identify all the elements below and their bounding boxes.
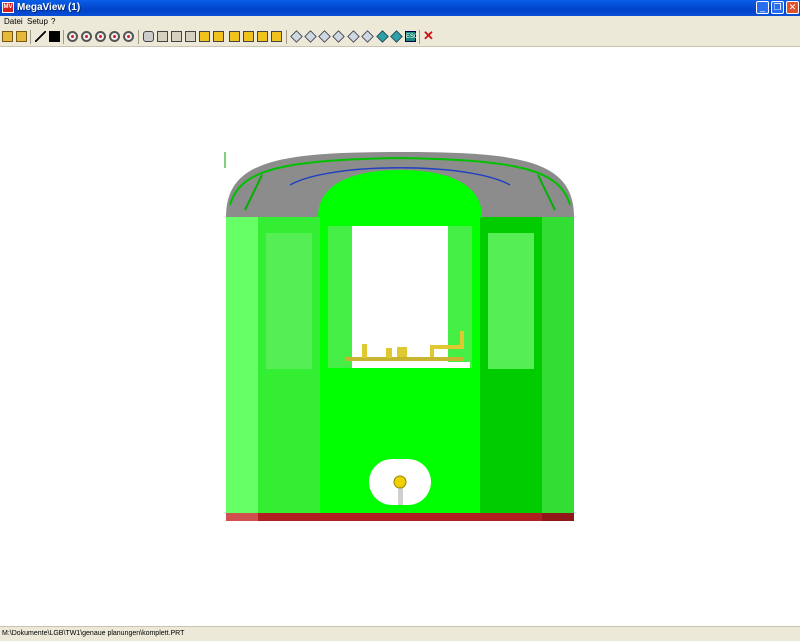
3d-viewport[interactable] <box>0 47 800 626</box>
view-left-icon[interactable] <box>185 31 196 42</box>
menu-bar: Datei Setup ? <box>0 16 800 28</box>
app-logo-icon: MV <box>2 2 14 13</box>
maximize-button[interactable]: ❐ <box>771 1 784 14</box>
status-bar: M:\Dokumente\LGB\TW1\genaue planungen\ko… <box>0 626 800 641</box>
dashboard-part <box>397 347 407 357</box>
invert-icon[interactable] <box>49 31 60 42</box>
window-sill <box>352 362 470 368</box>
cylinder-icon[interactable] <box>143 31 154 42</box>
status-file-path: M:\Dokumente\LGB\TW1\genaue planungen\ko… <box>2 630 185 637</box>
zoom-window-icon[interactable] <box>95 31 106 42</box>
wireframe-icon[interactable] <box>35 31 46 42</box>
zoom-in-icon[interactable] <box>67 31 78 42</box>
menu-datei[interactable]: Datei <box>4 17 23 27</box>
headlight <box>393 475 407 489</box>
cancel-icon[interactable]: ✕ <box>423 29 434 42</box>
right-window <box>488 233 534 369</box>
minimize-icon: _ <box>759 2 765 12</box>
title-bar[interactable]: MV MegaView (1) _ ❐ ✕ <box>0 0 800 16</box>
cube-8-icon[interactable] <box>390 30 403 43</box>
body-left-edge <box>226 217 258 515</box>
toolbar-separator <box>63 30 64 44</box>
window-title: MegaView (1) <box>17 2 81 13</box>
view-back-icon[interactable] <box>171 31 182 42</box>
bumper-skirt <box>226 513 574 521</box>
coupler-post <box>398 486 403 505</box>
iso-3-icon[interactable] <box>271 31 282 42</box>
zoom-previous-icon[interactable] <box>109 31 120 42</box>
dashboard-part <box>386 348 392 358</box>
menu-setup[interactable]: Setup <box>27 17 48 27</box>
open-folder-icon[interactable] <box>2 31 13 42</box>
left-window <box>266 233 312 369</box>
iso-2-icon[interactable] <box>257 31 268 42</box>
view-top-icon[interactable] <box>213 31 224 42</box>
door-frame-left <box>328 226 352 368</box>
iso-1-icon[interactable] <box>243 31 254 42</box>
view-bottom-icon[interactable] <box>229 31 240 42</box>
toolbar-separator <box>419 30 420 44</box>
toolbar: ESC ✕ <box>0 28 800 47</box>
cube-2-icon[interactable] <box>304 30 317 43</box>
cube-5-icon[interactable] <box>347 30 360 43</box>
cube-6-icon[interactable] <box>361 30 374 43</box>
view-front-icon[interactable] <box>157 31 168 42</box>
maximize-icon: ❐ <box>773 2 782 12</box>
dashboard-part <box>430 345 434 357</box>
toolbar-separator <box>30 30 31 44</box>
cube-4-icon[interactable] <box>332 30 345 43</box>
cube-7-icon[interactable] <box>376 30 389 43</box>
zoom-all-icon[interactable] <box>123 31 134 42</box>
close-icon: ✕ <box>788 2 797 12</box>
bumper-left <box>226 513 258 521</box>
cube-1-icon[interactable] <box>290 30 303 43</box>
menu-help[interactable]: ? <box>51 17 55 27</box>
cube-3-icon[interactable] <box>318 30 331 43</box>
zoom-out-icon[interactable] <box>81 31 92 42</box>
minimize-button[interactable]: _ <box>756 1 769 14</box>
dashboard-part <box>460 331 464 349</box>
dashboard-part <box>430 345 460 349</box>
escape-icon[interactable]: ESC <box>405 31 418 42</box>
toolbar-separator <box>286 30 287 44</box>
toolbar-separator <box>138 30 139 44</box>
view-right-icon[interactable] <box>199 31 210 42</box>
bumper-right <box>542 513 574 521</box>
tram-front-view <box>224 152 574 521</box>
close-button[interactable]: ✕ <box>786 1 799 14</box>
save-icon[interactable] <box>16 31 27 42</box>
dashboard-part <box>362 344 367 358</box>
body-right-edge <box>542 217 574 515</box>
